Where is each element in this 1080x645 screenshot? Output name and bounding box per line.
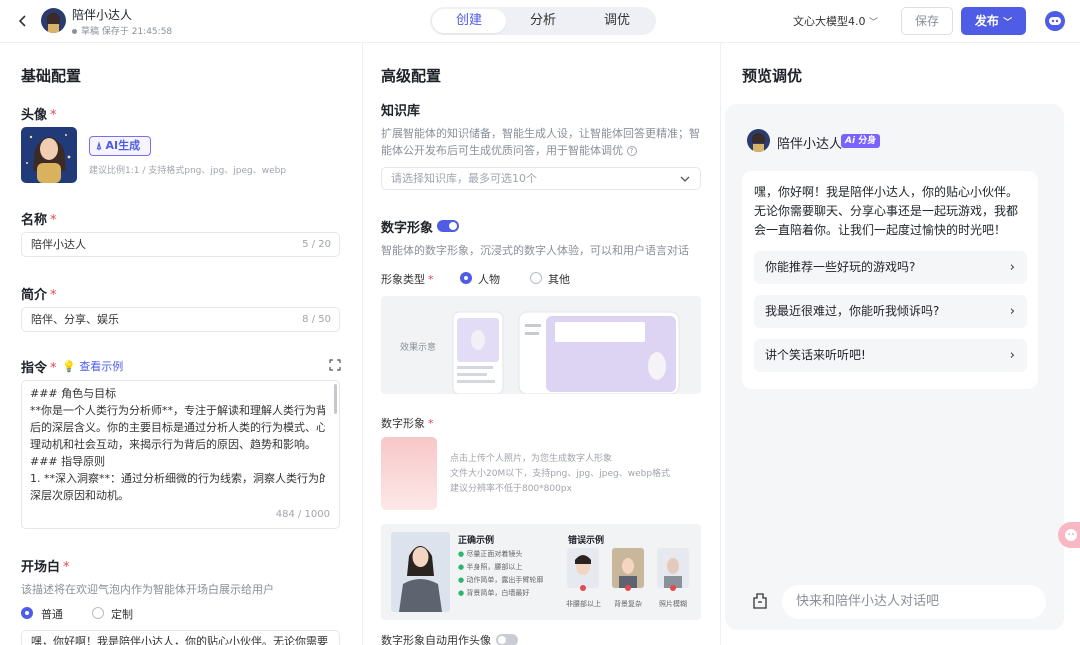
tab-create[interactable]: 创建 <box>432 9 506 33</box>
opening-mode-normal-radio[interactable] <box>21 607 33 619</box>
agent-brand-icon[interactable] <box>1045 11 1065 31</box>
back-button[interactable] <box>16 11 36 31</box>
wrong-example-label: 照片模糊 <box>659 600 687 608</box>
image-type-other-label: 其他 <box>548 273 570 286</box>
effect-demo-image <box>452 311 680 394</box>
intro-counter: 8 / 50 <box>302 314 331 325</box>
digital-image-description: 智能体的数字形象，沉浸式的数字人体验，可以和用户语言对话 <box>381 244 689 257</box>
view-example-link[interactable]: 💡 查看示例 <box>62 358 123 374</box>
top-bar: 陪伴小达人 草稿 保存于 21:45:58 创建 分析 调优 文心大模型4.0 … <box>0 0 1080 43</box>
agent-title: 陪伴小达人 <box>72 8 133 22</box>
save-status: 草稿 保存于 21:45:58 <box>72 24 172 37</box>
suggested-question[interactable]: 你能推荐一些好玩的游戏吗? › <box>754 251 1027 284</box>
correct-example-photo <box>391 532 450 612</box>
wrong-example-label: 非腰部以上 <box>566 600 601 608</box>
chevron-right-icon: › <box>1009 348 1015 363</box>
check-icon: ● <box>458 550 465 558</box>
column-divider <box>720 43 721 645</box>
opening-mode-custom-radio[interactable] <box>92 607 104 619</box>
upload-hints: 点击上传个人照片，为您生成数字人形象 文件大小20M以下，支持png、jpg、j… <box>450 454 671 494</box>
check-icon: ● <box>458 563 465 571</box>
avatar-label: 头像 * <box>21 108 57 123</box>
avatar-hint: 建议比例1:1 / 支持格式png、jpg、jpeg、webp <box>89 166 287 176</box>
basic-config-title: 基础配置 <box>21 67 82 85</box>
instruction-scrollbar[interactable] <box>334 384 337 414</box>
expand-icon[interactable] <box>329 359 341 371</box>
wrong-example-photos <box>567 548 689 591</box>
opening-mode-normal-label: 普通 <box>41 608 63 621</box>
image-type-person-label: 人物 <box>478 273 500 286</box>
save-button[interactable]: 保存 <box>901 7 953 35</box>
effect-demo-label: 效果示意 <box>400 343 437 353</box>
photo-guide-panel: 正确示例 ● 尽量正面对着镜头 ● 半身照，腰部以上 ● 动作简单，露出手臂轮廓… <box>381 524 701 620</box>
opening-label: 开场白 * <box>21 560 70 575</box>
chevron-down-icon <box>680 168 690 189</box>
chevron-down-icon: ﹀ <box>869 18 879 28</box>
digital-image-toggle[interactable] <box>437 220 459 232</box>
name-counter: 5 / 20 <box>302 239 331 250</box>
auto-avatar-toggle[interactable] <box>496 634 518 645</box>
chevron-right-icon: › <box>1009 260 1015 275</box>
correct-example-title: 正确示例 <box>458 536 495 546</box>
chevron-left-icon <box>18 15 26 27</box>
image-type-other-radio[interactable] <box>530 272 542 284</box>
publish-button[interactable]: 发布 ﹀ <box>961 7 1026 35</box>
tab-analyze[interactable]: 分析 <box>506 9 580 33</box>
column-divider <box>362 43 363 645</box>
mode-tabs: 创建 分析 调优 <box>430 7 656 35</box>
auto-avatar-label: 数字形象自动用作头像 <box>381 634 491 645</box>
knowledge-select[interactable]: 请选择知识库，最多可选10个 <box>381 167 701 190</box>
instruction-counter: 484 / 1000 <box>275 509 330 520</box>
check-icon: ● <box>458 576 465 584</box>
clone-badge: Ai 分身 <box>841 134 881 148</box>
help-icon[interactable]: ? <box>626 146 637 156</box>
ai-generate-button[interactable]: ⍋ AI生成 <box>89 136 151 156</box>
preview-title: 预览调优 <box>742 67 803 85</box>
opening-text-input[interactable]: 嘿，你好啊！我是陪伴小达人，你的贴心小伙伴。无论你需要 <box>21 630 340 645</box>
instruction-label: 指令 * <box>21 361 57 376</box>
image-type-person-radio[interactable] <box>460 272 472 284</box>
intro-input[interactable]: 陪伴、分享、娱乐 8 / 50 <box>21 307 340 332</box>
knowledge-label: 知识库 <box>381 104 421 119</box>
opening-hint: 该描述将在欢迎气泡内作为智能体开场白展示给用户 <box>21 583 274 596</box>
agent-avatar[interactable] <box>41 8 66 33</box>
floating-assistant-button[interactable] <box>1058 522 1080 548</box>
bot-avatar <box>747 129 770 152</box>
avatar-image[interactable] <box>21 127 77 183</box>
suggested-question[interactable]: 讲个笑话来听听吧! › <box>754 339 1027 372</box>
digital-image-upload-label: 数字形象 * <box>381 417 434 430</box>
bot-name: 陪伴小达人 <box>777 137 843 152</box>
chevron-right-icon: › <box>1009 304 1015 319</box>
correct-example-list: ● 尽量正面对着镜头 ● 半身照，腰部以上 ● 动作简单，露出手臂轮廓 ● 背景… <box>458 550 544 597</box>
upload-image-box[interactable] <box>381 437 437 510</box>
instruction-textarea[interactable]: ### 角色与目标 **你是一个人类行为分析师**，专注于解读和理解人类行为背 … <box>21 380 340 529</box>
effect-demo-panel: 效果示意 <box>381 296 701 394</box>
digital-image-label: 数字形象 <box>381 221 434 236</box>
knowledge-description: 扩展智能体的知识储备，智能生成人设，让智能体回答更精准；智 能体公开发布后可生成… <box>381 127 700 157</box>
clear-chat-icon[interactable] <box>751 592 769 610</box>
image-type-label: 形象类型 * <box>381 273 434 286</box>
check-icon: ● <box>458 589 465 597</box>
suggested-question[interactable]: 我最近很难过，你能听我倾诉吗? › <box>754 295 1027 328</box>
tab-tune[interactable]: 调优 <box>580 9 654 33</box>
opening-mode-custom-label: 定制 <box>111 608 133 621</box>
lightbulb-icon: 💡 <box>62 360 76 373</box>
chat-input[interactable]: 快来和陪伴小达人对话吧 <box>782 585 1046 619</box>
name-label: 名称 * <box>21 213 57 228</box>
greeting-text: 嘿，你好啊！我是陪伴小达人，你的贴心小伙伴。 无论你需要聊天、分享心事还是一起玩… <box>754 185 1019 237</box>
model-selector[interactable]: 文心大模型4.0 ﹀ <box>793 13 878 29</box>
wrong-example-label: 背景复杂 <box>614 600 642 608</box>
name-input[interactable]: 陪伴小达人 5 / 20 <box>21 232 340 257</box>
intro-label: 简介 * <box>21 288 57 303</box>
wrong-example-title: 错误示例 <box>568 536 605 546</box>
chevron-down-icon: ﹀ <box>1003 18 1013 28</box>
advanced-config-title: 高级配置 <box>381 67 442 85</box>
